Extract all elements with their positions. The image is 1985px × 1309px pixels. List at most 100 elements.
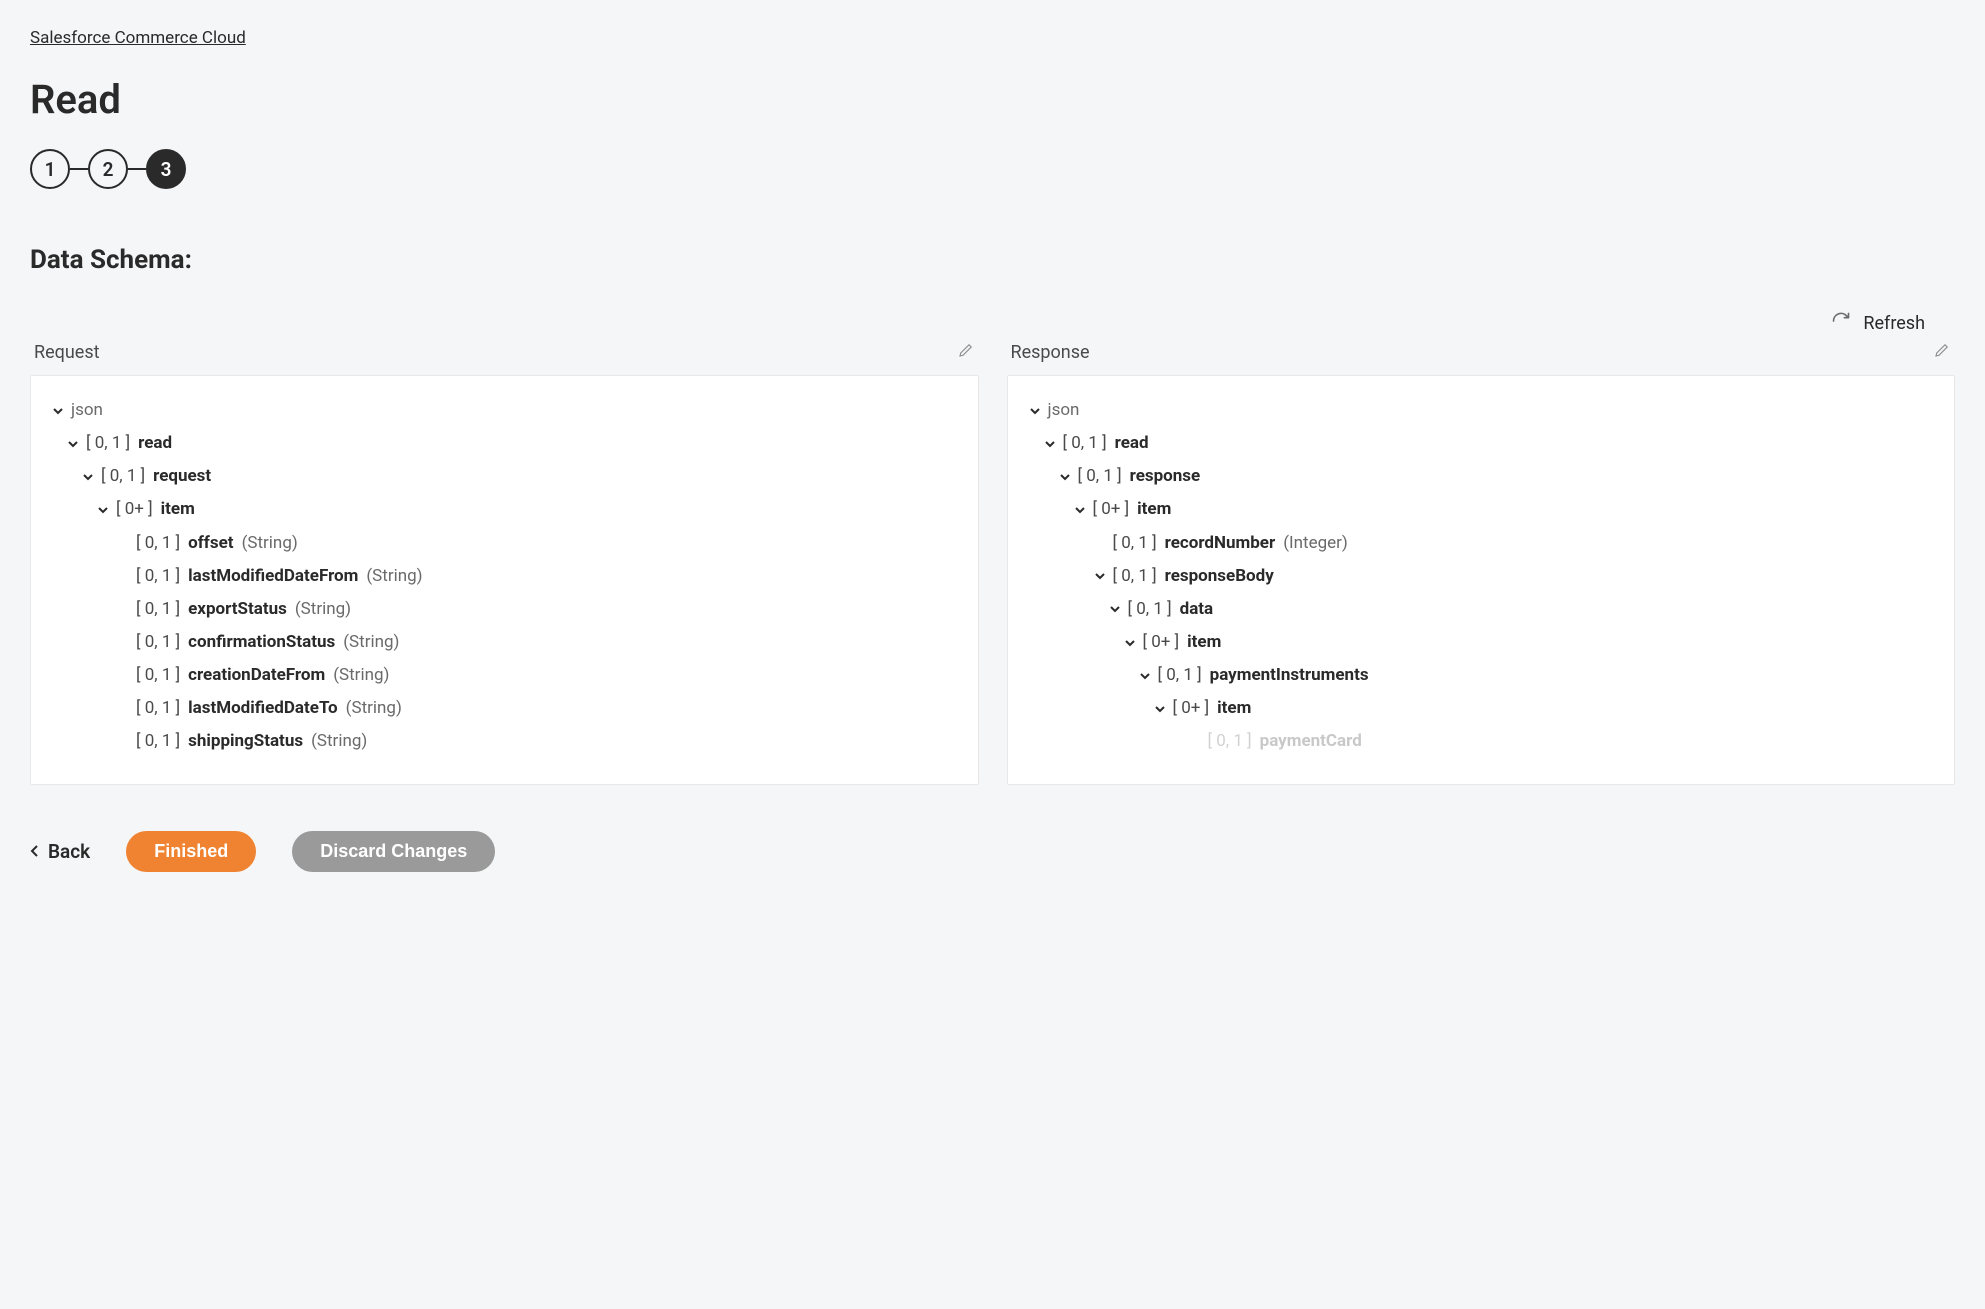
response-panel-title: Response (1011, 342, 1090, 363)
tree-node-cardinality: [ 0, 1 ] (136, 560, 180, 593)
chevron-down-icon[interactable] (81, 470, 95, 484)
tree-node[interactable]: json (51, 394, 958, 427)
edit-icon[interactable] (1933, 341, 1951, 363)
step-1[interactable]: 1 (30, 149, 70, 189)
tree-node-label: recordNumber (1165, 527, 1276, 560)
tree-node[interactable]: [ 0+ ] item (51, 493, 958, 526)
tree-node-label: request (153, 460, 211, 493)
chevron-down-icon[interactable] (1058, 470, 1072, 484)
tree-node-type: (String) (366, 560, 422, 593)
stepper: 1 2 3 (30, 149, 1955, 189)
response-panel: Response json[ 0, 1 ] read[ 0, 1 ] respo… (1007, 341, 1956, 785)
tree-node-label: response (1130, 460, 1201, 493)
section-title: Data Schema: (30, 245, 1955, 275)
tree-leaf: [ 0, 1 ] recordNumber (Integer) (1028, 527, 1935, 560)
tree-node[interactable]: [ 0, 1 ] paymentInstruments (1028, 659, 1935, 692)
tree-node[interactable]: [ 0+ ] item (1028, 626, 1935, 659)
chevron-down-icon[interactable] (1093, 569, 1107, 583)
discard-changes-button[interactable]: Discard Changes (292, 831, 495, 872)
tree-leaf: [ 0, 1 ] paymentCard (1028, 725, 1935, 758)
tree-node[interactable]: [ 0+ ] item (1028, 493, 1935, 526)
tree-node-label: json (1048, 394, 1080, 427)
chevron-down-icon[interactable] (1043, 437, 1057, 451)
tree-node-label: paymentInstruments (1210, 659, 1369, 692)
chevron-down-icon[interactable] (51, 404, 65, 418)
step-3[interactable]: 3 (146, 149, 186, 189)
tree-node-label: offset (188, 527, 233, 560)
tree-leaf: [ 0, 1 ] offset (String) (51, 527, 958, 560)
tree-node[interactable]: [ 0, 1 ] request (51, 460, 958, 493)
tree-node-cardinality: [ 0+ ] (1143, 626, 1180, 659)
tree-node-cardinality: [ 0, 1 ] (1113, 560, 1157, 593)
tree-node[interactable]: [ 0, 1 ] response (1028, 460, 1935, 493)
chevron-left-icon (30, 840, 40, 863)
tree-node-label: read (1115, 427, 1149, 460)
tree-node-cardinality: [ 0+ ] (1173, 692, 1210, 725)
tree-node-label: lastModifiedDateTo (188, 692, 338, 725)
tree-node[interactable]: [ 0, 1 ] read (51, 427, 958, 460)
tree-node-cardinality: [ 0, 1 ] (136, 626, 180, 659)
request-panel-title: Request (34, 342, 100, 363)
tree-leaf: [ 0, 1 ] confirmationStatus (String) (51, 626, 958, 659)
tree-node-label: creationDateFrom (188, 659, 325, 692)
tree-node-cardinality: [ 0, 1 ] (1078, 460, 1122, 493)
tree-node-label: item (1137, 493, 1171, 526)
step-connector (70, 168, 88, 170)
chevron-down-icon[interactable] (1123, 636, 1137, 650)
tree-node-type: (String) (346, 692, 402, 725)
tree-node-cardinality: [ 0, 1 ] (136, 527, 180, 560)
tree-node-label: item (1187, 626, 1221, 659)
tree-node-cardinality: [ 0, 1 ] (1128, 593, 1172, 626)
tree-node-cardinality: [ 0+ ] (1093, 493, 1130, 526)
tree-node-cardinality: [ 0, 1 ] (86, 427, 130, 460)
tree-node-label: read (138, 427, 172, 460)
tree-node-cardinality: [ 0, 1 ] (1063, 427, 1107, 460)
tree-node[interactable]: [ 0, 1 ] read (1028, 427, 1935, 460)
chevron-down-icon[interactable] (1073, 503, 1087, 517)
back-button[interactable]: Back (30, 840, 90, 863)
chevron-down-icon[interactable] (1108, 602, 1122, 616)
tree-leaf: [ 0, 1 ] shippingStatus (String) (51, 725, 958, 758)
chevron-down-icon[interactable] (1153, 702, 1167, 716)
tree-leaf: [ 0, 1 ] lastModifiedDateTo (String) (51, 692, 958, 725)
tree-node-cardinality: [ 0+ ] (116, 493, 153, 526)
tree-node-type: (String) (343, 626, 399, 659)
tree-node-cardinality: [ 0, 1 ] (101, 460, 145, 493)
tree-node[interactable]: json (1028, 394, 1935, 427)
chevron-down-icon[interactable] (1138, 669, 1152, 683)
chevron-down-icon[interactable] (66, 437, 80, 451)
request-tree: json[ 0, 1 ] read[ 0, 1 ] request[ 0+ ] … (51, 394, 958, 759)
tree-node-label: json (71, 394, 103, 427)
tree-node-cardinality: [ 0, 1 ] (1208, 725, 1252, 758)
tree-node-label: item (1217, 692, 1251, 725)
back-label: Back (48, 840, 90, 863)
tree-node-label: shippingStatus (188, 725, 303, 758)
step-2[interactable]: 2 (88, 149, 128, 189)
tree-node-cardinality: [ 0, 1 ] (136, 692, 180, 725)
tree-node-label: exportStatus (188, 593, 287, 626)
request-panel: Request json[ 0, 1 ] read[ 0, 1 ] reques… (30, 341, 979, 785)
tree-node-label: data (1180, 593, 1214, 626)
step-connector (128, 168, 146, 170)
chevron-down-icon[interactable] (96, 503, 110, 517)
tree-node-type: (String) (242, 527, 298, 560)
tree-leaf: [ 0, 1 ] exportStatus (String) (51, 593, 958, 626)
tree-node-label: item (161, 493, 195, 526)
edit-icon[interactable] (957, 341, 975, 363)
tree-node-label: responseBody (1165, 560, 1274, 593)
tree-node[interactable]: [ 0, 1 ] data (1028, 593, 1935, 626)
response-tree: json[ 0, 1 ] read[ 0, 1 ] response[ 0+ ]… (1028, 394, 1935, 759)
tree-leaf: [ 0, 1 ] creationDateFrom (String) (51, 659, 958, 692)
tree-node-cardinality: [ 0, 1 ] (1113, 527, 1157, 560)
breadcrumb[interactable]: Salesforce Commerce Cloud (30, 28, 246, 48)
tree-node-type: (String) (311, 725, 367, 758)
tree-node-type: (String) (295, 593, 351, 626)
tree-node[interactable]: [ 0, 1 ] responseBody (1028, 560, 1935, 593)
tree-node[interactable]: [ 0+ ] item (1028, 692, 1935, 725)
refresh-button[interactable]: Refresh (1863, 313, 1925, 334)
tree-node-label: paymentCard (1260, 725, 1362, 758)
tree-node-cardinality: [ 0, 1 ] (136, 593, 180, 626)
refresh-icon[interactable] (1831, 311, 1851, 335)
finished-button[interactable]: Finished (126, 831, 256, 872)
chevron-down-icon[interactable] (1028, 404, 1042, 418)
